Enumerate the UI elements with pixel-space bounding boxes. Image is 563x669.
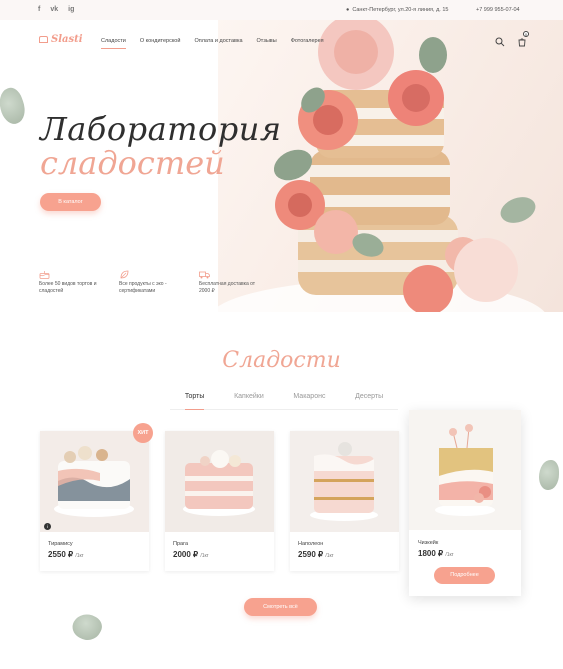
location-pin-icon: ● xyxy=(346,7,350,13)
feature-item: Более 50 видов тортов и сладостей xyxy=(39,266,99,294)
see-all-button[interactable]: Смотреть всё xyxy=(244,598,317,616)
product-price: 2590 ₽ /1кг xyxy=(298,550,334,559)
leaf-decoration xyxy=(68,608,106,646)
tab-cakes[interactable]: Торты xyxy=(184,393,205,410)
tab-desserts[interactable]: Десерты xyxy=(355,393,383,409)
info-icon[interactable]: i xyxy=(44,523,51,530)
phone-number[interactable]: +7 999 955-07-04 xyxy=(476,7,520,13)
price-unit: /1кг xyxy=(200,553,209,559)
price-value: 1800 ₽ xyxy=(418,549,444,558)
product-price: 2000 ₽ /1кг xyxy=(173,550,209,559)
feature-item: Все продукты с эко - сертификатами xyxy=(119,266,179,294)
price-value: 2590 ₽ xyxy=(298,550,324,559)
hero-title: Лаборатория xyxy=(40,110,282,148)
leaf-icon xyxy=(119,266,179,279)
nav-item-gallery[interactable]: Фотогалерея xyxy=(291,38,324,49)
leaf-decoration xyxy=(539,460,559,490)
product-image: i xyxy=(40,431,149,532)
instagram-icon[interactable]: ig xyxy=(68,6,74,13)
product-card[interactable]: i Тирамису 2550 ₽ /1кг ХИТ xyxy=(40,423,153,571)
main-nav: Сладости О кондитерской Оплата и доставк… xyxy=(101,38,324,49)
logo[interactable]: Slasti xyxy=(39,34,83,45)
price-value: 2000 ₽ xyxy=(173,550,199,559)
nav-item-reviews[interactable]: Отзывы xyxy=(257,38,277,49)
hit-badge: ХИТ xyxy=(133,423,153,443)
product-card-featured[interactable]: Чизкейк 1800 ₽ /1кг Подробнее xyxy=(409,410,521,596)
leaf-decoration xyxy=(0,84,30,128)
hero-subtitle: сладостей xyxy=(40,144,225,182)
features-row: Более 50 видов тортов и сладостей Все пр… xyxy=(39,266,259,294)
feature-item: Бесплатная доставка от 2000 ₽ xyxy=(199,266,259,294)
search-icon[interactable] xyxy=(495,34,505,52)
product-price: 1800 ₽ /1кг xyxy=(418,549,454,558)
product-image xyxy=(165,431,274,532)
social-links: f vk ig xyxy=(38,6,74,13)
category-tabs: Торты Капкейки Макаронс Десерты xyxy=(170,393,398,410)
catalog-button[interactable]: В каталог xyxy=(40,193,101,211)
top-bar: f vk ig ● Санкт-Петербург, ул.20-я линия,… xyxy=(0,0,563,20)
details-button[interactable]: Подробнее xyxy=(434,567,495,584)
tab-macarons[interactable]: Макаронс xyxy=(293,393,325,409)
facebook-icon[interactable]: f xyxy=(38,6,40,13)
cart-icon[interactable]: 0 xyxy=(517,31,529,52)
product-name: Чизкейк xyxy=(418,540,439,546)
cart-count-badge: 0 xyxy=(523,31,529,37)
truck-icon xyxy=(199,266,259,279)
price-unit: /1кг xyxy=(445,552,454,558)
feature-text: Бесплатная доставка от 2000 ₽ xyxy=(199,281,256,294)
product-name: Прага xyxy=(173,541,189,547)
product-name: Наполеон xyxy=(298,541,324,547)
nav-icons: 0 xyxy=(495,31,529,52)
product-card[interactable]: Наполеон 2590 ₽ /1кг xyxy=(290,431,399,571)
price-unit: /1кг xyxy=(75,553,84,559)
product-price: 2550 ₽ /1кг xyxy=(48,550,84,559)
product-card[interactable]: Прага 2000 ₽ /1кг xyxy=(165,431,274,571)
address: ● Санкт-Петербург, ул.20-я линия, д. 15 xyxy=(346,7,448,13)
cake-logo-icon xyxy=(39,36,48,43)
nav-item-about[interactable]: О кондитерской xyxy=(140,38,181,49)
product-name: Тирамису xyxy=(48,541,73,547)
feature-text: Все продукты с эко - сертификатами xyxy=(119,281,167,294)
nav-item-payment[interactable]: Оплата и доставка xyxy=(194,38,242,49)
vk-icon[interactable]: vk xyxy=(50,6,58,13)
cake-icon xyxy=(39,266,99,279)
address-text: Санкт-Петербург, ул.20-я линия, д. 15 xyxy=(352,7,449,13)
tab-cupcakes[interactable]: Капкейки xyxy=(234,393,264,409)
main-navbar: Slasti Сладости О кондитерской Оплата и … xyxy=(0,20,563,62)
feature-text: Более 50 видов тортов и сладостей xyxy=(39,281,97,294)
nav-item-sweets[interactable]: Сладости xyxy=(101,38,126,49)
price-unit: /1кг xyxy=(325,553,334,559)
product-image xyxy=(290,431,399,532)
price-value: 2550 ₽ xyxy=(48,550,74,559)
section-title: Сладости xyxy=(222,348,341,373)
logo-text: Slasti xyxy=(51,34,83,45)
product-image xyxy=(409,410,521,530)
